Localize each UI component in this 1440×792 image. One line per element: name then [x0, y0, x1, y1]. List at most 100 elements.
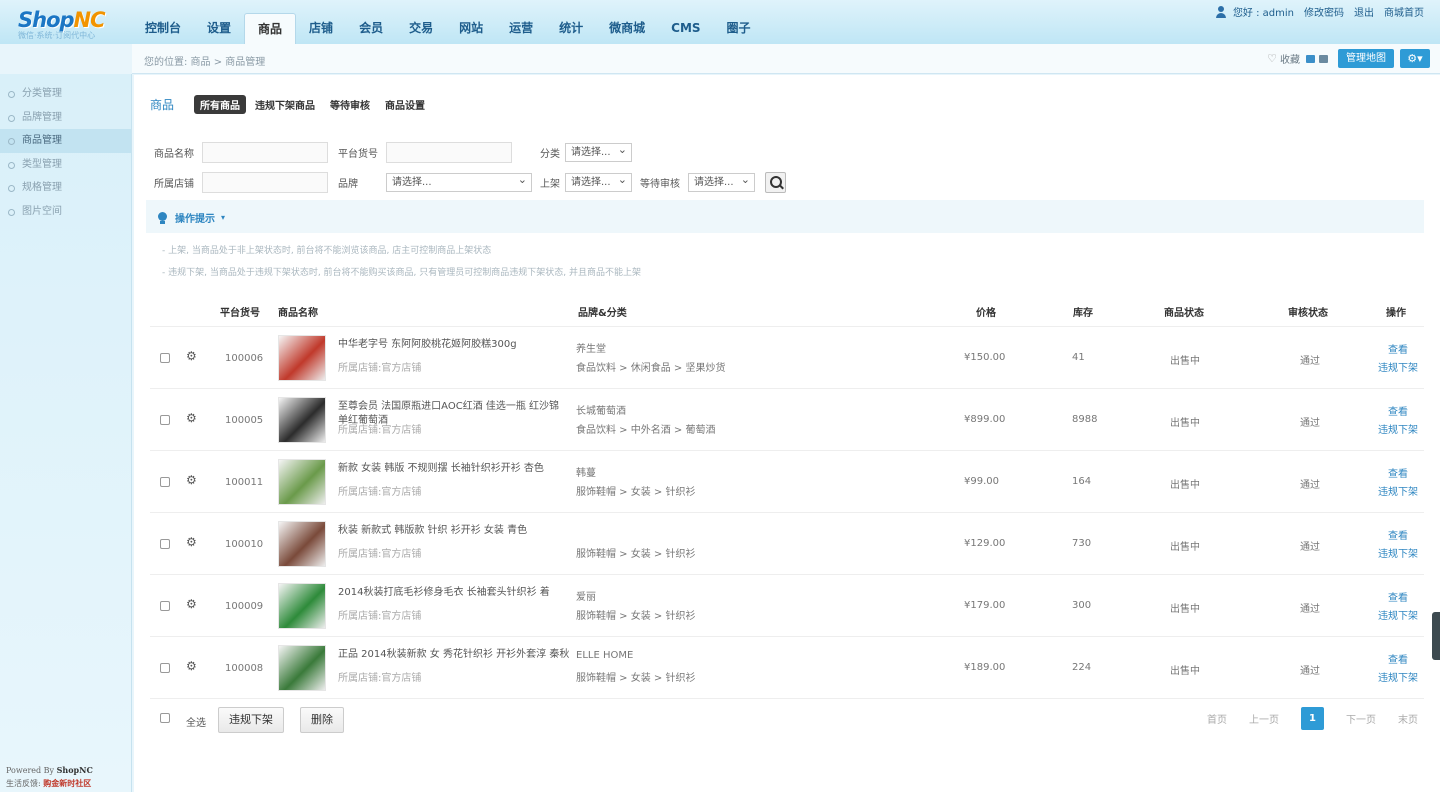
page-current[interactable]: 1	[1301, 707, 1324, 730]
category-select[interactable]: 请选择...	[565, 141, 632, 162]
nav-item-7[interactable]: 运营	[496, 13, 546, 44]
offline-link[interactable]: 违规下架	[1378, 359, 1418, 374]
nav-item-2[interactable]: 商品	[244, 13, 297, 44]
product-store: 所属店铺:官方店铺	[338, 673, 422, 684]
nav-item-3[interactable]: 店铺	[296, 13, 346, 44]
feedback-link[interactable]: 购金新时社区	[43, 778, 91, 788]
gear-icon[interactable]: ⚙	[186, 659, 197, 673]
product-thumbnail[interactable]	[278, 583, 326, 629]
product-store: 所属店铺:官方店铺	[338, 487, 422, 498]
product-name-link[interactable]: 新款 女装 韩版 不规则摆 长袖针织衫开衫 杏色	[338, 462, 570, 476]
offline-link[interactable]: 违规下架	[1378, 483, 1418, 498]
row-checkbox[interactable]	[160, 415, 170, 425]
store-input[interactable]	[202, 171, 328, 193]
logout-link[interactable]: 退出	[1354, 4, 1374, 19]
gear-icon[interactable]: ⚙	[186, 411, 197, 425]
sidebar: 分类管理 品牌管理 商品管理 类型管理 规格管理 图片空间 Powered By Shop…	[0, 74, 132, 792]
favorites-link[interactable]: 收藏	[1280, 51, 1300, 66]
sidebar-item-3[interactable]: 类型管理	[0, 153, 131, 177]
row-checkbox[interactable]	[160, 601, 170, 611]
view-link[interactable]: 查看	[1388, 651, 1408, 666]
brand-select[interactable]: 请选择...	[386, 171, 532, 192]
search-button[interactable]	[765, 171, 786, 193]
nav-item-11[interactable]: 圈子	[714, 13, 764, 44]
sidebar-item-5[interactable]: 图片空间	[0, 200, 131, 224]
view-link[interactable]: 查看	[1388, 465, 1408, 480]
favorite-icon[interactable]: ♡	[1267, 52, 1277, 65]
bulk-action-bar: 全选 违规下架 删除 首页 上一页 1 下一页 末页	[150, 705, 1424, 735]
row-checkbox[interactable]	[160, 353, 170, 363]
table-header: 平台货号 商品名称 品牌&分类 价格 库存 商品状态 审核状态 操作	[150, 293, 1424, 327]
goods-name-input[interactable]	[202, 141, 328, 163]
message-icon[interactable]	[1306, 54, 1315, 63]
view-link[interactable]: 查看	[1388, 527, 1408, 542]
audit-cell: 通过	[1300, 418, 1320, 429]
nav-item-4[interactable]: 会员	[346, 13, 396, 44]
bulk-offline-button[interactable]: 违规下架	[218, 707, 284, 733]
select-all-checkbox[interactable]	[160, 713, 170, 723]
row-checkbox[interactable]	[160, 539, 170, 549]
tab-0[interactable]: 所有商品	[194, 95, 247, 114]
sidebar-item-0[interactable]: 分类管理	[0, 82, 131, 106]
price-cell: ¥150.00	[964, 352, 1006, 363]
row-checkbox[interactable]	[160, 663, 170, 673]
nav-item-9[interactable]: 微商城	[596, 13, 658, 44]
product-thumbnail[interactable]	[278, 521, 326, 567]
nav-item-5[interactable]: 交易	[396, 13, 446, 44]
sidebar-item-2[interactable]: 商品管理	[0, 129, 131, 153]
sidebar-item-4[interactable]: 规格管理	[0, 176, 131, 200]
sidebar-item-1[interactable]: 品牌管理	[0, 106, 131, 130]
audit-select[interactable]: 请选择...	[688, 171, 755, 192]
change-password-link[interactable]: 修改密码	[1304, 4, 1344, 19]
offline-link[interactable]: 违规下架	[1378, 421, 1418, 436]
powered-by-text: Powered By	[6, 766, 57, 775]
manage-map-button[interactable]: 管理地图	[1338, 49, 1394, 68]
view-link[interactable]: 查看	[1388, 341, 1408, 356]
page-last[interactable]: 末页	[1398, 711, 1418, 726]
product-thumbnail[interactable]	[278, 645, 326, 691]
product-name-link[interactable]: 秋装 新款式 韩版款 针织 衫开衫 女装 青色	[338, 524, 570, 538]
settings-gear-button[interactable]: ⚙▾	[1400, 49, 1430, 68]
price-cell: ¥129.00	[964, 538, 1006, 549]
product-name-link[interactable]: 正品 2014秋装新款 女 秀花针织衫 开衫外套淳 秦秋	[338, 648, 570, 662]
view-link[interactable]: 查看	[1388, 589, 1408, 604]
bulk-delete-button[interactable]: 删除	[300, 707, 344, 733]
shelf-select[interactable]: 请选择...	[565, 171, 632, 192]
tips-toggle[interactable]: 操作提示 ▾	[156, 210, 225, 225]
product-thumbnail[interactable]	[278, 335, 326, 381]
gear-icon[interactable]: ⚙	[186, 597, 197, 611]
nav-item-1[interactable]: 设置	[194, 13, 244, 44]
table-row: ⚙ 100011 新款 女装 韩版 不规则摆 长袖针织衫开衫 杏色 所属店铺:官方店铺…	[150, 451, 1424, 513]
page-next[interactable]: 下一页	[1346, 711, 1376, 726]
gear-icon[interactable]: ⚙	[186, 535, 197, 549]
nav-item-8[interactable]: 统计	[546, 13, 596, 44]
page-prev[interactable]: 上一页	[1249, 711, 1279, 726]
offline-link[interactable]: 违规下架	[1378, 545, 1418, 560]
sku-cell: 100006	[225, 353, 264, 364]
side-scroll-tab[interactable]	[1432, 612, 1440, 660]
offline-link[interactable]: 违规下架	[1378, 607, 1418, 622]
page-first[interactable]: 首页	[1207, 711, 1227, 726]
nav-item-10[interactable]: CMS	[658, 13, 713, 44]
gear-icon[interactable]: ⚙	[186, 349, 197, 363]
nav-item-0[interactable]: 控制台	[132, 13, 194, 44]
sku-input[interactable]	[386, 141, 512, 163]
stock-cell: 41	[1072, 352, 1085, 363]
audit-cell: 通过	[1300, 480, 1320, 491]
tips-title: 操作提示	[175, 214, 215, 225]
mall-home-link[interactable]: 商城首页	[1384, 4, 1424, 19]
tab-1[interactable]: 违规下架商品	[249, 95, 321, 114]
shopnc-logo[interactable]: ShopNC 微信·系统·订阅代中心	[18, 8, 128, 42]
gear-icon[interactable]: ⚙	[186, 473, 197, 487]
view-link[interactable]: 查看	[1388, 403, 1408, 418]
offline-link[interactable]: 违规下架	[1378, 669, 1418, 684]
row-checkbox[interactable]	[160, 477, 170, 487]
product-thumbnail[interactable]	[278, 459, 326, 505]
product-thumbnail[interactable]	[278, 397, 326, 443]
product-name-link[interactable]: 中华老字号 东阿阿胶桃花姬阿胶糕300g	[338, 338, 570, 352]
list-icon[interactable]	[1319, 54, 1328, 63]
product-name-link[interactable]: 2014秋装打底毛衫修身毛衣 长袖套头针织衫 着	[338, 586, 570, 600]
nav-item-6[interactable]: 网站	[446, 13, 496, 44]
tab-3[interactable]: 商品设置	[379, 95, 431, 114]
tab-2[interactable]: 等待审核	[324, 95, 376, 114]
